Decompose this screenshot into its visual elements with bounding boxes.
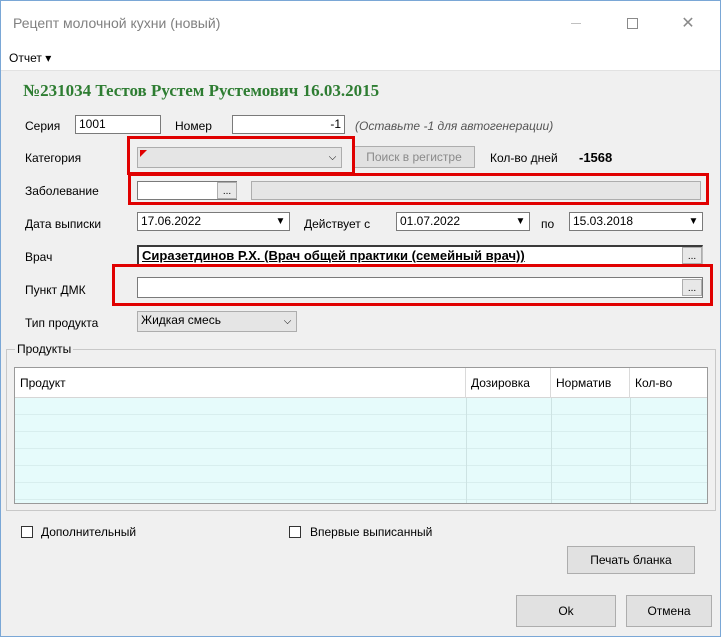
table-row[interactable] (15, 398, 707, 415)
minimize-icon (571, 22, 581, 24)
days-value: -1568 (579, 150, 613, 165)
close-icon: ✕ (681, 15, 695, 32)
valid-from-label: Действует с (304, 217, 371, 231)
print-form-label: Печать бланка (590, 553, 672, 567)
grid-header: Продукт Дозировка Норматив Кол-во (15, 368, 707, 398)
days-label: Кол-во дней (490, 151, 558, 165)
ok-label: Ok (558, 604, 574, 618)
valid-to-value: 15.03.2018 (573, 214, 634, 228)
menu-report[interactable]: Отчет ▾ (9, 51, 51, 65)
series-label: Серия (25, 119, 61, 133)
issue-date-label: Дата выписки (25, 217, 102, 231)
valid-to-label: по (541, 217, 555, 231)
category-combo[interactable]: ⌵ (137, 147, 342, 168)
products-grid[interactable]: Продукт Дозировка Норматив Кол-во (14, 367, 708, 504)
valid-from-picker[interactable]: 01.07.2022 ▼ (396, 212, 530, 231)
ellipsis-icon: ... (687, 251, 697, 262)
patient-heading: №231034 Тестов Рустем Рустемович 16.03.2… (23, 81, 380, 100)
menu-bar: Отчет ▾ (1, 45, 720, 71)
disease-name-field (251, 181, 701, 200)
table-row[interactable] (15, 415, 707, 432)
doctor-label: Врач (25, 250, 53, 264)
minimize-button[interactable] (553, 9, 599, 37)
disease-label: Заболевание (25, 184, 99, 198)
dropdown-arrow-icon: ▼ (515, 216, 526, 227)
column-header-product[interactable]: Продукт (15, 368, 466, 398)
number-hint: (Оставьте -1 для автогенерации) (355, 119, 554, 133)
product-type-label: Тип продукта (25, 316, 99, 330)
issue-date-value: 17.06.2022 (141, 214, 202, 228)
table-row[interactable] (15, 432, 707, 449)
grid-divider (551, 398, 552, 503)
first-issued-checkbox[interactable] (289, 526, 301, 538)
column-header-norm[interactable]: Норматив (551, 368, 630, 398)
valid-from-value: 01.07.2022 (400, 214, 461, 228)
required-marker-icon (140, 150, 147, 157)
valid-to-picker[interactable]: 15.03.2018 ▼ (569, 212, 703, 231)
cancel-button[interactable]: Отмена (626, 595, 712, 627)
series-input[interactable]: 1001 (75, 115, 161, 134)
window-title: Рецепт молочной кухни (новый) (13, 15, 221, 31)
search-registry-button[interactable]: Поиск в регистре (353, 146, 475, 168)
print-form-button[interactable]: Печать бланка (567, 546, 695, 574)
maximize-button[interactable] (609, 9, 655, 37)
close-button[interactable]: ✕ (665, 9, 711, 37)
column-header-quantity[interactable]: Кол-во (630, 368, 707, 398)
doctor-lookup-button[interactable]: ... (682, 247, 702, 264)
number-input[interactable]: -1 (232, 115, 345, 134)
issue-date-picker[interactable]: 17.06.2022 ▼ (137, 212, 290, 231)
ellipsis-icon: ... (687, 283, 697, 294)
maximize-icon (626, 17, 638, 29)
grid-divider (466, 398, 467, 503)
ok-button[interactable]: Ok (516, 595, 616, 627)
dropdown-arrow-icon: ▼ (275, 216, 286, 227)
cancel-label: Отмена (647, 604, 691, 618)
table-row[interactable] (15, 449, 707, 466)
dmk-lookup-button[interactable]: ... (682, 279, 702, 296)
table-row[interactable] (15, 466, 707, 483)
ellipsis-icon: ... (222, 186, 232, 197)
product-type-value: Жидкая смесь (141, 313, 221, 327)
product-type-combo[interactable]: Жидкая смесь ⌵ (137, 311, 297, 332)
chevron-down-icon: ⌵ (328, 152, 337, 163)
dmk-label: Пункт ДМК (25, 283, 86, 297)
grid-divider (630, 398, 631, 503)
column-header-dosage[interactable]: Дозировка (466, 368, 551, 398)
additional-label: Дополнительный (41, 525, 137, 539)
number-label: Номер (175, 119, 212, 133)
products-group-title: Продукты (15, 342, 74, 356)
dropdown-arrow-icon: ▼ (688, 216, 699, 227)
search-registry-label: Поиск в регистре (366, 150, 462, 164)
chevron-down-icon: ⌵ (283, 316, 292, 327)
doctor-field: Сиразетдинов Р.Х. (Врач общей практики (… (137, 245, 703, 265)
table-row[interactable] (15, 483, 707, 500)
additional-checkbox[interactable] (21, 526, 33, 538)
recipe-dialog: Рецепт молочной кухни (новый) ✕ Отчет ▾ … (0, 0, 721, 637)
category-label: Категория (25, 151, 82, 165)
disease-lookup-button[interactable]: ... (217, 182, 237, 199)
dmk-input[interactable] (137, 277, 703, 298)
title-bar: Рецепт молочной кухни (новый) ✕ (1, 1, 720, 45)
products-group: Продукты Продукт Дозировка Норматив Кол-… (6, 342, 716, 511)
first-issued-label: Впервые выписанный (310, 525, 433, 539)
